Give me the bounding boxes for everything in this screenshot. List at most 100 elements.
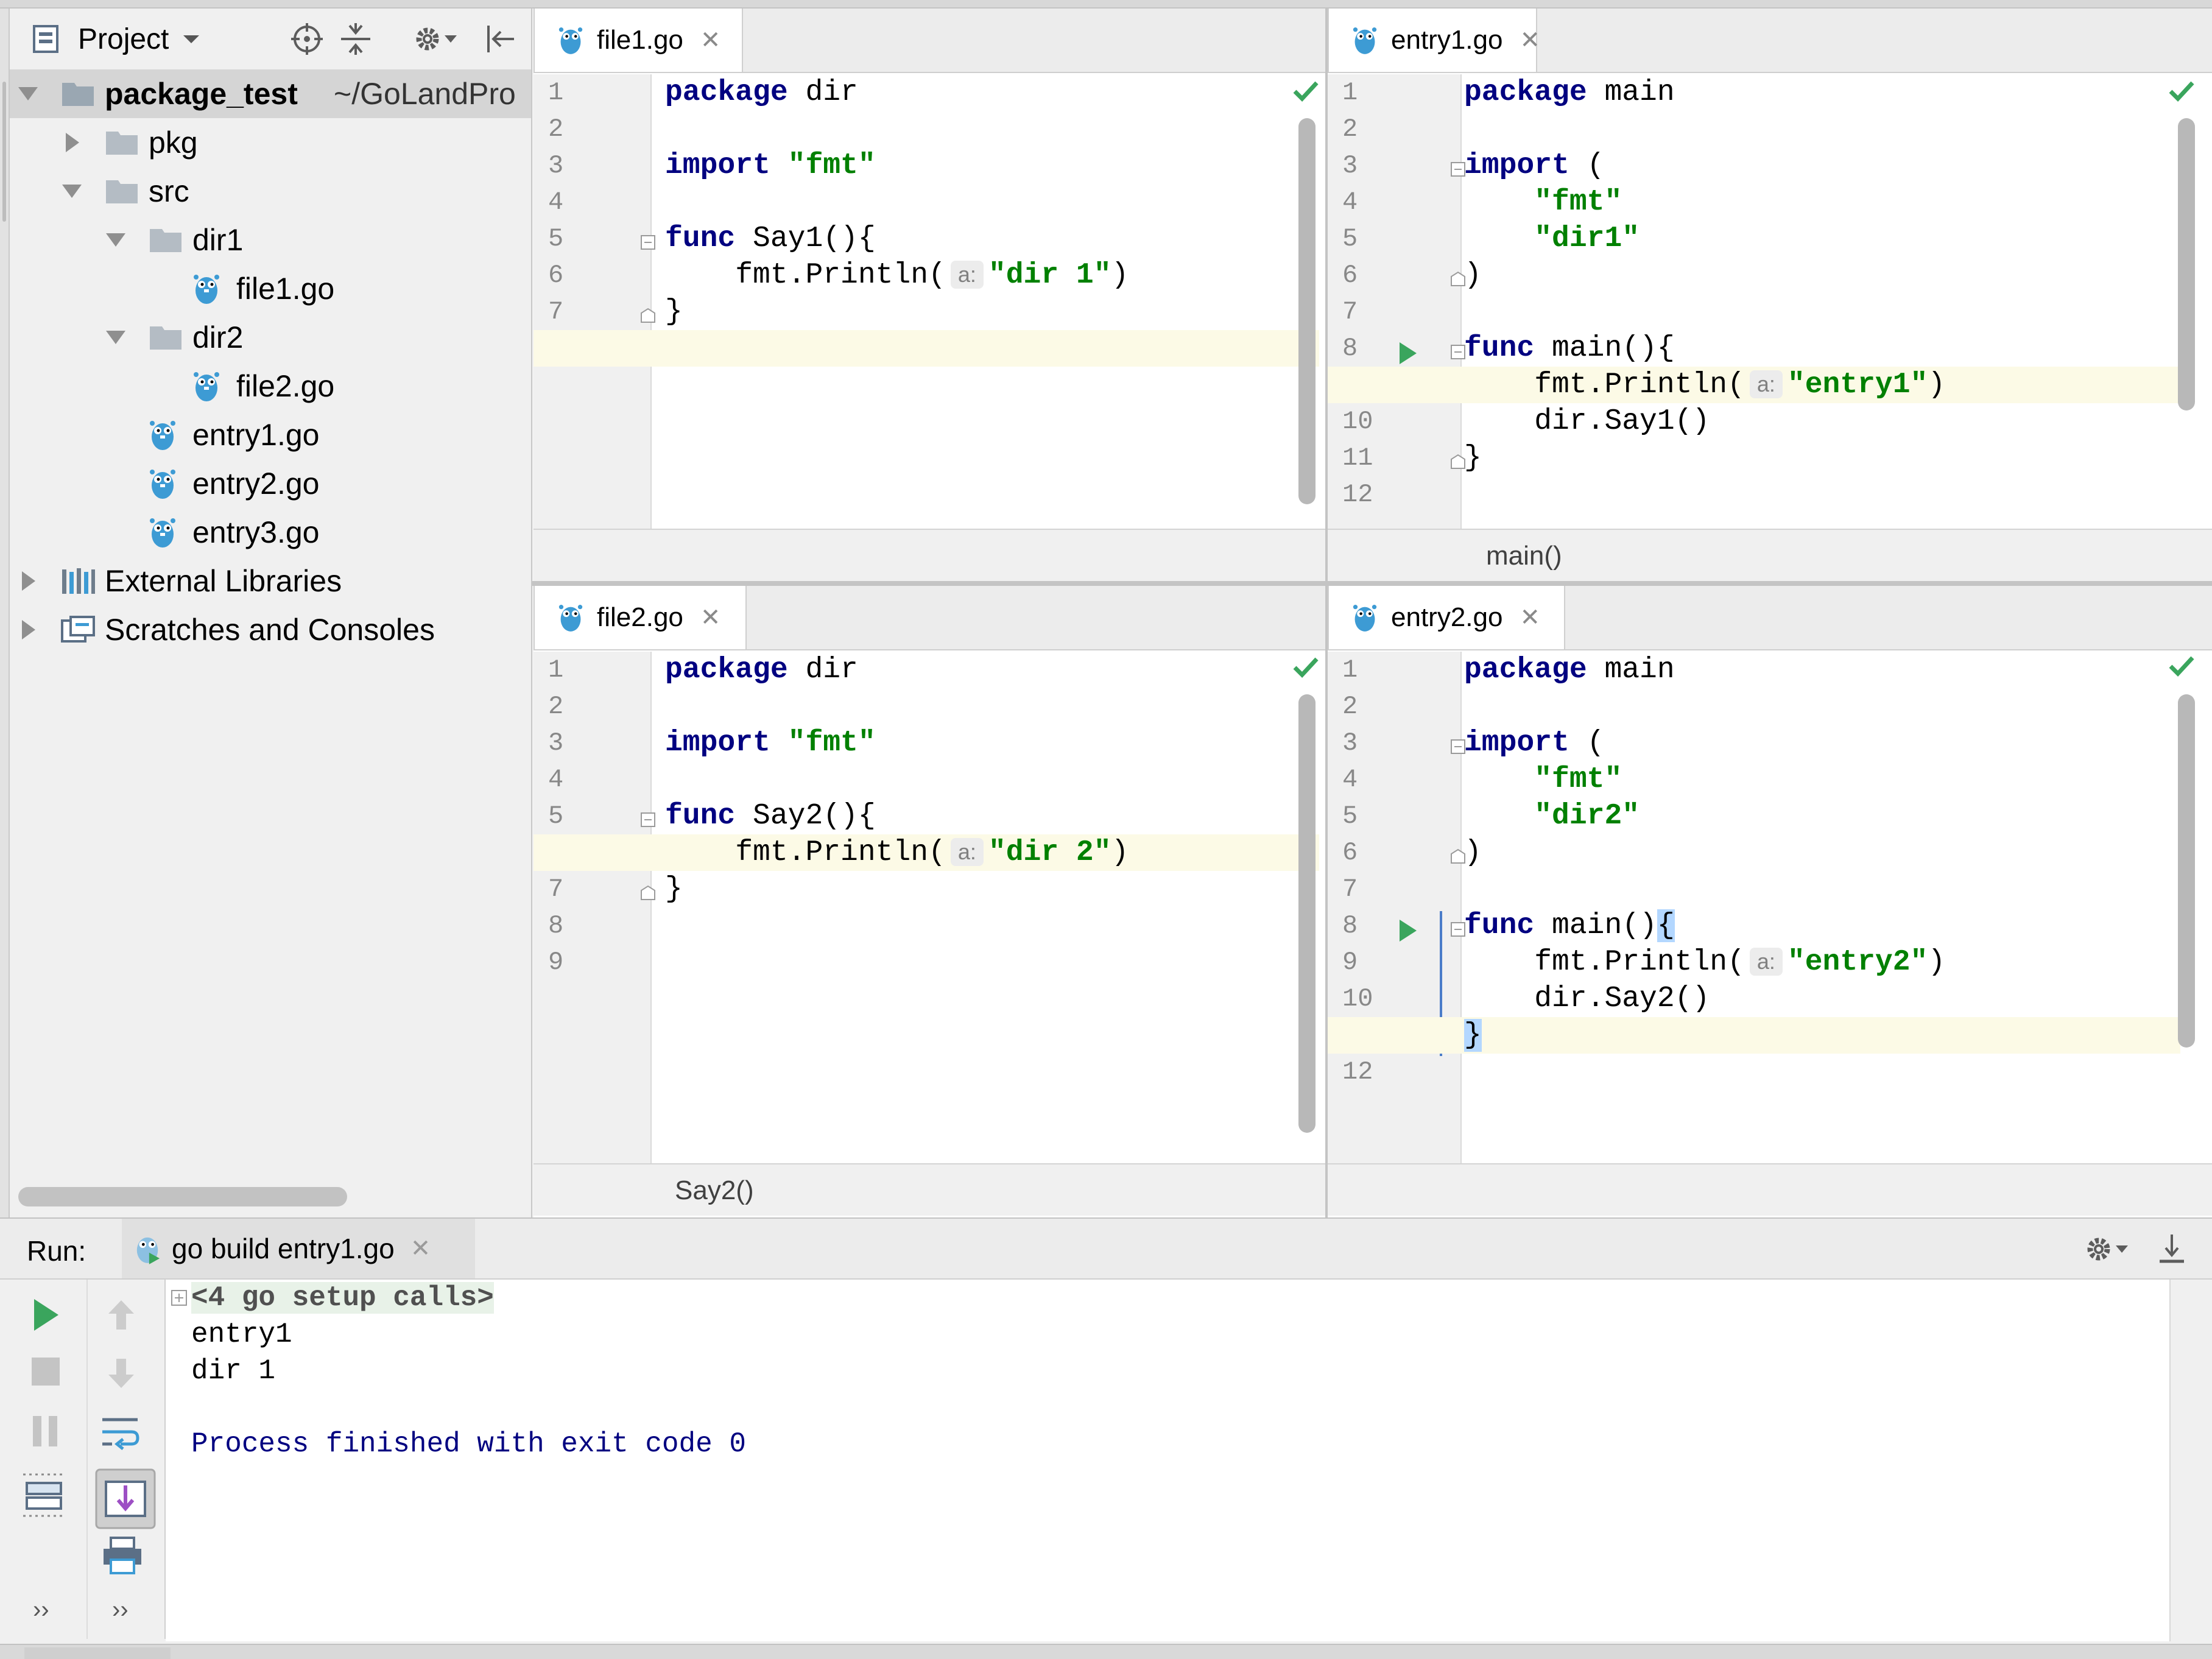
chevron-right-icon[interactable]	[63, 132, 82, 153]
code-line-6: )	[1464, 259, 1482, 292]
code-line-3: import "fmt"	[665, 147, 876, 184]
tree-item-package-test[interactable]: package_test ~/GoLandPro	[10, 69, 531, 118]
tree-item-dir2[interactable]: dir2	[10, 313, 531, 362]
code-line-5: func Say1(){	[665, 220, 876, 257]
soft-wrap-icon[interactable]	[99, 1415, 141, 1454]
arrow-down-icon[interactable]	[106, 1356, 136, 1390]
fold-end-icon[interactable]	[639, 307, 657, 324]
breadcrumb-item[interactable]: main()	[1486, 541, 1562, 571]
line-number: 5	[548, 224, 564, 253]
breadcrumb-item[interactable]: Say2()	[675, 1175, 754, 1206]
editor-split-vertical[interactable]	[1325, 9, 1328, 1217]
close-icon[interactable]: ✕	[1520, 604, 1540, 632]
close-icon[interactable]: ✕	[700, 604, 721, 632]
layout-icon[interactable]	[23, 1473, 66, 1517]
fold-icon[interactable]	[639, 811, 657, 828]
tab-entry2-go[interactable]: entry2.go ✕	[1328, 586, 1565, 649]
console-output[interactable]: <4 go setup calls> entry1 dir 1 Process …	[166, 1280, 2169, 1641]
string-literal: "entry1"	[1787, 368, 1928, 401]
code-line-6: )	[1464, 836, 1482, 869]
keyword: import	[665, 149, 770, 182]
tab-entry1-go[interactable]: entry1.go ✕	[1328, 9, 1540, 72]
editor-scrollbar[interactable]	[1298, 118, 1316, 504]
editor-scrollbar[interactable]	[2178, 118, 2195, 410]
chevron-down-icon[interactable]	[17, 85, 39, 103]
project-tree-scrollbar[interactable]	[18, 1187, 347, 1206]
fold-icon[interactable]	[639, 234, 657, 251]
arrow-up-icon[interactable]	[106, 1298, 136, 1332]
hide-panel-icon[interactable]	[484, 22, 518, 56]
folded-setup-calls[interactable]: <4 go setup calls>	[191, 1282, 494, 1314]
close-icon[interactable]: ✕	[700, 26, 721, 54]
rerun-icon[interactable]	[30, 1297, 61, 1333]
console-line-setup[interactable]: <4 go setup calls>	[191, 1280, 494, 1316]
gopher-icon	[192, 272, 220, 305]
editor-gutter: 1 2 3 4 5 6 7 8 9 10 11 12	[1328, 652, 1465, 1163]
line-number: 1	[548, 78, 564, 107]
gear-icon[interactable]	[2083, 1232, 2132, 1266]
tree-item-pkg[interactable]: pkg	[10, 118, 531, 167]
locate-icon[interactable]	[290, 22, 324, 56]
more-icon[interactable]: ››	[112, 1596, 129, 1624]
tree-item-entry2-go[interactable]: entry2.go	[10, 459, 531, 508]
tree-item-src[interactable]: src	[10, 167, 531, 216]
tree-item-entry1-go[interactable]: entry1.go	[10, 410, 531, 459]
run-gutter-icon[interactable]	[1397, 918, 1418, 943]
keyword: func	[1464, 909, 1535, 942]
print-icon[interactable]	[101, 1535, 144, 1576]
collapse-all-icon[interactable]	[339, 22, 373, 56]
editor-split-horizontal[interactable]	[532, 581, 2212, 586]
more-icon[interactable]: ››	[33, 1596, 49, 1624]
chevron-down-icon[interactable]	[105, 231, 127, 249]
tree-item-file2-go[interactable]: file2.go	[10, 362, 531, 410]
tree-item-label: entry1.go	[192, 418, 320, 452]
matched-brace: {	[1657, 909, 1675, 942]
code-text: dir	[787, 653, 858, 686]
scroll-to-end-icon[interactable]	[95, 1468, 156, 1529]
tree-item-external-libraries[interactable]: External Libraries	[10, 557, 531, 605]
chevron-down-icon[interactable]	[61, 182, 83, 200]
code-text: (	[1569, 149, 1605, 182]
chevron-right-icon[interactable]	[19, 570, 38, 592]
gear-icon[interactable]	[412, 22, 460, 56]
pause-icon[interactable]	[30, 1415, 61, 1448]
tool-strip-marker	[2, 82, 6, 222]
minimize-icon[interactable]	[2155, 1232, 2189, 1266]
status-bar	[0, 1644, 2212, 1659]
breadcrumb[interactable]: main()	[1328, 529, 2212, 581]
tree-item-dir1[interactable]: dir1	[10, 216, 531, 264]
close-icon[interactable]: ✕	[1520, 26, 1540, 54]
tab-file2-go[interactable]: file2.go ✕	[534, 586, 747, 649]
tab-file1-go[interactable]: file1.go ✕	[534, 9, 743, 72]
run-gutter-icon[interactable]	[1397, 341, 1418, 365]
line-number: 5	[1342, 224, 1358, 253]
fold-end-icon[interactable]	[639, 884, 657, 901]
run-tab[interactable]: go build entry1.go ✕	[122, 1219, 475, 1278]
gopher-icon	[1352, 602, 1378, 633]
line-number: 10	[1342, 984, 1373, 1013]
expand-icon[interactable]	[171, 1289, 188, 1306]
code-line-11: }	[1464, 442, 1482, 474]
tree-item-scratches[interactable]: Scratches and Consoles	[10, 605, 531, 654]
breadcrumb-empty	[1328, 1163, 2212, 1216]
tree-item-file1-go[interactable]: file1.go	[10, 264, 531, 313]
chevron-down-icon[interactable]	[105, 328, 127, 347]
breadcrumb[interactable]: Say2()	[534, 1163, 1325, 1216]
chevron-right-icon[interactable]	[19, 619, 38, 641]
editor-pane-entry1: entry1.go ✕ 1 2 3 4 5 6 7 8 9 10 11 12 p…	[1328, 9, 2212, 581]
console-scrollbar-track[interactable]	[2169, 1280, 2212, 1641]
close-icon[interactable]: ✕	[410, 1235, 431, 1263]
project-view-title[interactable]: Project	[78, 23, 169, 56]
gopher-icon	[149, 418, 177, 451]
editor-scrollbar[interactable]	[1298, 694, 1316, 1133]
tree-item-label: entry3.go	[192, 515, 320, 549]
line-number: 9	[1342, 948, 1358, 977]
stop-icon[interactable]	[30, 1356, 61, 1387]
console-process-line: Process finished with exit code 0	[191, 1428, 746, 1460]
code-text: )	[1928, 946, 1946, 979]
line-number: 6	[1342, 261, 1358, 290]
line-number: 12	[1342, 480, 1373, 509]
editor-scrollbar[interactable]	[2178, 694, 2195, 1048]
chevron-down-icon[interactable]	[182, 33, 200, 45]
tree-item-entry3-go[interactable]: entry3.go	[10, 508, 531, 557]
